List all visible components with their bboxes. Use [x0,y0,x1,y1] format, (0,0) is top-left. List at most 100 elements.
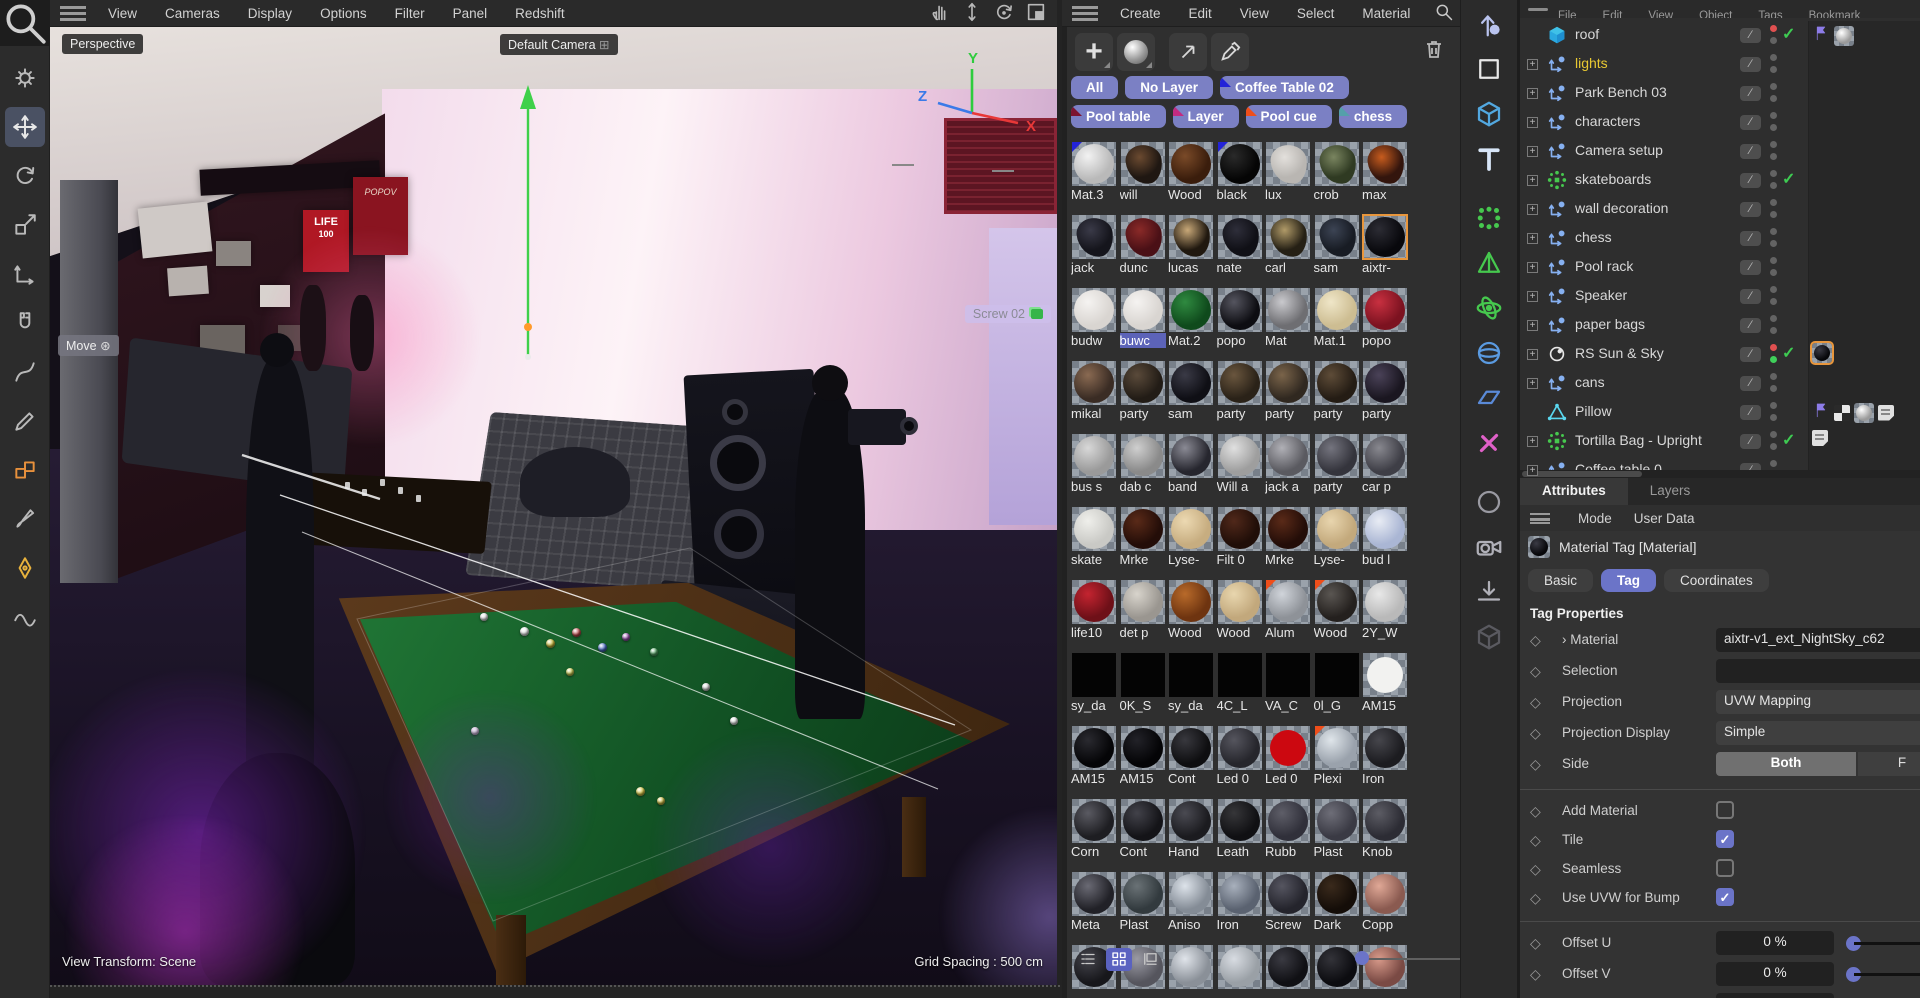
object-name[interactable]: cans [1575,374,1605,390]
scale-tool[interactable] [5,205,45,245]
material-thumbnail[interactable] [1169,872,1213,916]
material-cell[interactable]: det p [1119,578,1167,651]
material-name[interactable]: party [1314,406,1360,421]
menu-panel[interactable]: Panel [439,6,502,21]
material-thumbnail[interactable] [1169,507,1213,551]
editor-visibility-dot[interactable] [1770,315,1777,322]
material-cell[interactable]: Lyse- [1167,505,1215,578]
material-name[interactable]: mikal [1071,406,1117,421]
material-name[interactable]: will [1120,187,1166,202]
list-view-icon[interactable] [1075,948,1101,971]
material-cell[interactable]: Mat.1 [1313,286,1361,359]
plane-icon[interactable] [1467,377,1511,419]
enabled-check[interactable]: ✓ [1782,430,1795,450]
material-name[interactable]: Led 0 [1265,771,1311,786]
object-row-camera-setup[interactable]: + Camera setup ∕ [1520,137,1920,166]
cube-dim-icon[interactable] [1467,616,1511,658]
material-cell[interactable]: party [1313,432,1361,505]
material-cell[interactable]: Iron [1216,870,1264,943]
material-name[interactable]: dunc [1120,260,1166,275]
expand-toggle[interactable]: + [1527,349,1538,360]
material-name[interactable]: Mrke [1120,552,1166,567]
material-cell[interactable]: Mat.2 [1167,286,1215,359]
material-thumbnail[interactable] [1120,507,1165,551]
material-cell[interactable]: party [1361,359,1409,432]
material-thumbnail[interactable] [1217,361,1262,405]
object-row-lights[interactable]: + lights ∕ [1520,50,1920,79]
object-name[interactable]: Tortilla Bag - Upright [1575,432,1702,448]
material-thumbnail[interactable] [1169,288,1213,332]
object-name[interactable]: Speaker [1575,287,1627,303]
render-visibility-dot[interactable] [1770,414,1777,421]
material-name[interactable]: Mat.2 [1168,333,1214,348]
material-thumbnail[interactable] [1072,872,1116,916]
material-cell[interactable]: crob [1313,140,1361,213]
material-name[interactable]: nate [1217,260,1263,275]
keyframe-diamond-icon[interactable]: ◇ [1530,832,1541,849]
om-menu-object[interactable]: Object [1699,10,1732,18]
keyframe-diamond-icon[interactable]: ◇ [1530,935,1541,952]
section-tab-basic[interactable]: Basic [1528,569,1594,592]
material-name[interactable]: AM15 [1362,698,1408,713]
object-row-chess[interactable]: + chess ∕ [1520,224,1920,253]
material-thumbnail[interactable] [1363,142,1407,186]
material-name[interactable]: lux [1265,187,1311,202]
material-thumbnail[interactable] [1169,434,1213,478]
magnet-tool[interactable] [5,303,45,343]
expand-toggle[interactable]: + [1527,262,1538,273]
object-row-park-bench-03[interactable]: + Park Bench 03 ∕ [1520,79,1920,108]
material-thumbnail[interactable] [1072,580,1116,624]
material-name[interactable]: 4C_L [1217,698,1263,713]
material-cell[interactable]: popo [1216,286,1264,359]
editor-visibility-dot[interactable] [1770,228,1777,235]
material-cell[interactable]: life10 [1070,578,1118,651]
expand-toggle[interactable]: + [1527,291,1538,302]
edit-toggle[interactable]: ∕ [1740,260,1761,275]
material-thumbnail[interactable] [1217,580,1262,624]
material-name[interactable]: Copp [1362,917,1408,932]
bone-icon[interactable] [1467,422,1511,464]
material-cell[interactable]: VA_C [1264,651,1312,724]
material-cell[interactable]: Mrke [1119,505,1167,578]
material-cell[interactable]: party [1264,359,1312,432]
object-name[interactable]: Pool rack [1575,258,1633,274]
material-cell[interactable]: max [1361,140,1409,213]
material-name[interactable]: Cont [1168,771,1214,786]
editor-visibility-dot[interactable] [1770,141,1777,148]
material-cell[interactable]: mikal [1070,359,1118,432]
material-name[interactable]: jack a [1265,479,1311,494]
nib-tool[interactable] [5,548,45,588]
material-cell[interactable]: black [1216,140,1264,213]
pencil-tool[interactable] [5,401,45,441]
keyframe-diamond-icon[interactable]: ◇ [1530,632,1541,649]
material-cell[interactable]: lux [1264,140,1312,213]
material-cell[interactable]: Dark [1313,870,1361,943]
axes-tool[interactable] [5,254,45,294]
editor-visibility-dot[interactable] [1770,431,1777,438]
material-name[interactable]: Corn [1071,844,1117,859]
edit-toggle[interactable]: ∕ [1740,57,1761,72]
material-menu-icon[interactable] [1072,5,1098,21]
edit-toggle[interactable]: ∕ [1740,202,1761,217]
assign-material-button[interactable] [1169,33,1207,71]
material-cell[interactable]: aixtr- [1361,213,1409,286]
material-thumbnail[interactable] [1169,726,1213,770]
slider-track[interactable] [1854,973,1920,976]
material-name[interactable]: 0K_S [1120,698,1166,713]
material-cell[interactable]: Mat.3 [1070,140,1118,213]
material-menu-edit[interactable]: Edit [1175,6,1226,21]
attr-menu-mode[interactable]: Mode [1578,511,1612,526]
edit-toggle[interactable]: ∕ [1740,231,1761,246]
material-name[interactable]: VA_C [1265,698,1311,713]
circle-icon[interactable] [1467,481,1511,523]
object-name[interactable]: skateboards [1575,171,1651,187]
pan-icon[interactable] [929,1,951,26]
expand-toggle[interactable]: + [1527,436,1538,447]
material-cell[interactable]: Led 0 [1264,724,1312,797]
frame-icon[interactable] [1025,1,1047,26]
material-cell[interactable]: AM15 [1361,651,1409,724]
menu-view[interactable]: View [94,6,151,21]
material-cell[interactable]: 0K_S [1119,651,1167,724]
material-name[interactable]: dab c [1120,479,1166,494]
material-thumbnail[interactable] [1314,580,1359,624]
